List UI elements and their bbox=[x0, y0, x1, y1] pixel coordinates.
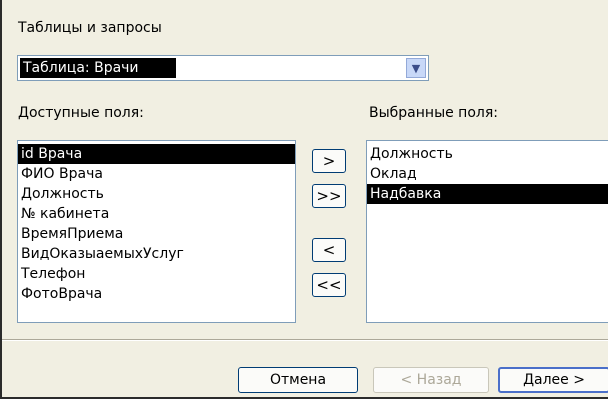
list-item[interactable]: № кабинета bbox=[18, 204, 295, 224]
selected-fields-label: Выбранные поля: bbox=[369, 105, 498, 121]
next-button[interactable]: Далее > bbox=[498, 367, 608, 393]
list-item[interactable]: ВремяПриема bbox=[18, 224, 295, 244]
list-item[interactable]: ВидОказыаемыхУслуг bbox=[18, 244, 295, 264]
add-all-fields-button[interactable]: >> bbox=[312, 184, 346, 208]
list-item[interactable]: Оклад bbox=[367, 164, 608, 184]
tables-queries-label: Таблицы и запросы bbox=[18, 20, 162, 36]
divider-highlight bbox=[2, 340, 608, 341]
list-item[interactable]: Должность bbox=[367, 144, 608, 164]
list-item[interactable]: ФИО Врача bbox=[18, 164, 295, 184]
back-button[interactable]: < Назад bbox=[373, 367, 489, 393]
list-item[interactable]: Должность bbox=[18, 184, 295, 204]
list-item[interactable]: id Врача bbox=[18, 144, 295, 164]
table-select-value[interactable]: Таблица: Врачи bbox=[20, 58, 176, 78]
remove-all-fields-button[interactable]: << bbox=[312, 273, 346, 297]
table-select-combobox[interactable]: Таблица: Врачи ▼ bbox=[17, 55, 429, 81]
dropdown-button[interactable]: ▼ bbox=[406, 58, 426, 78]
selected-fields-list[interactable]: Должность Оклад Надбавка bbox=[366, 140, 608, 323]
list-item[interactable]: ФотоВрача bbox=[18, 284, 295, 304]
remove-field-button[interactable]: < bbox=[312, 238, 346, 262]
list-item[interactable]: Надбавка bbox=[367, 184, 608, 204]
list-item[interactable]: Телефон bbox=[18, 264, 295, 284]
chevron-down-icon: ▼ bbox=[411, 61, 421, 75]
available-fields-label: Доступные поля: bbox=[18, 105, 144, 121]
cancel-button[interactable]: Отмена bbox=[238, 367, 358, 393]
available-fields-list[interactable]: id Врача ФИО Врача Должность № кабинета … bbox=[17, 140, 296, 323]
add-field-button[interactable]: > bbox=[312, 149, 346, 173]
